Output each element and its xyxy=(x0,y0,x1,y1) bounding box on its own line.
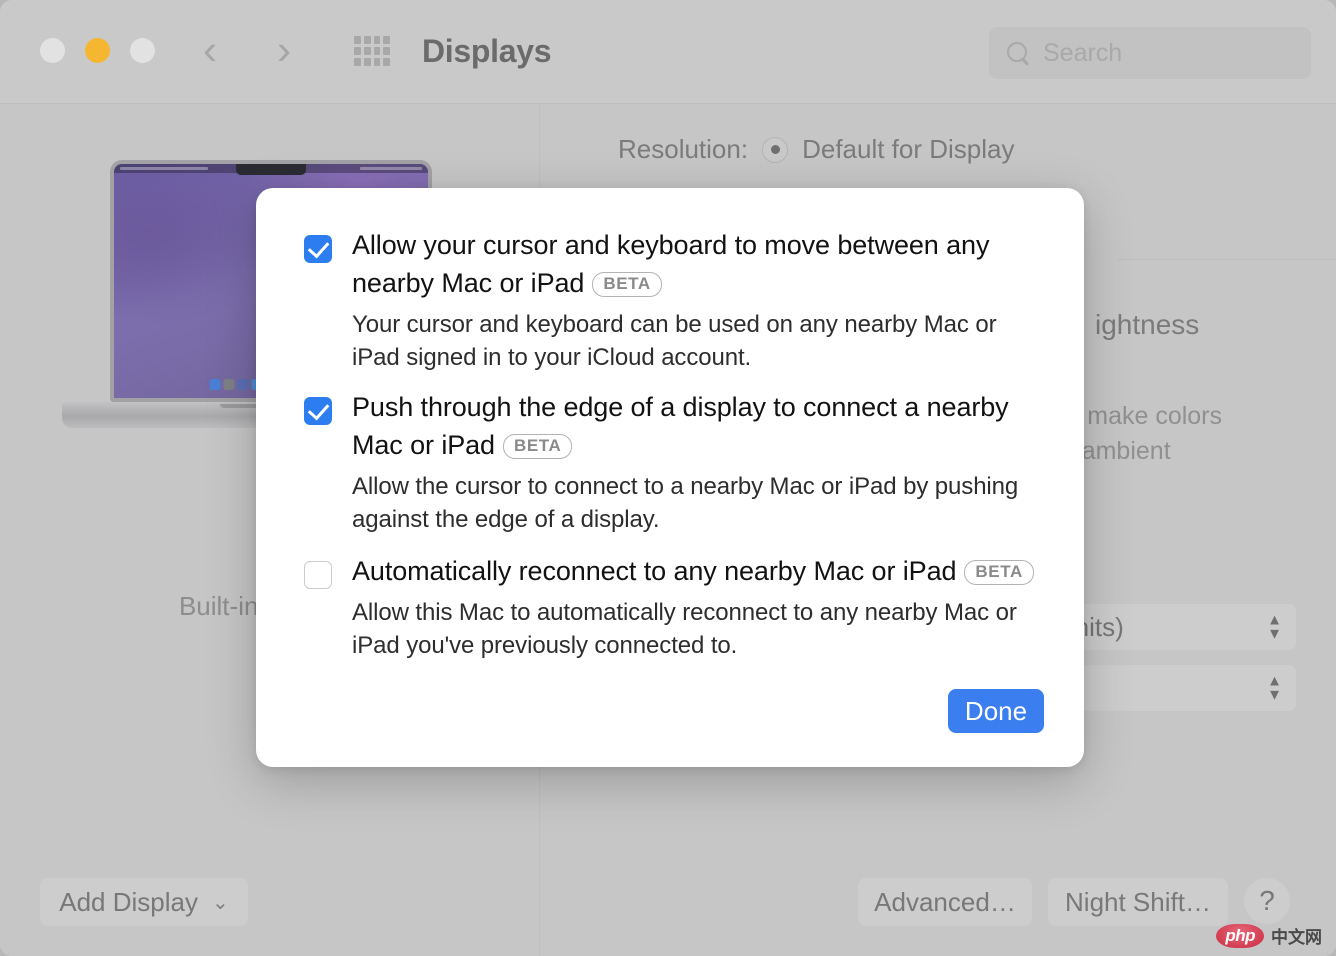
help-button[interactable]: ? xyxy=(1244,878,1290,924)
option-header: Allow your cursor and keyboard to move b… xyxy=(304,226,1036,302)
minimize-button[interactable] xyxy=(85,38,110,63)
option-row-push-through-edge: Push through the edge of a display to co… xyxy=(304,388,1036,536)
search-input[interactable]: Search xyxy=(989,27,1311,79)
chevron-updown-icon: ▲▼ xyxy=(1267,615,1282,640)
option-title: Push through the edge of a display to co… xyxy=(352,388,1036,464)
done-button[interactable]: Done xyxy=(948,689,1044,733)
checkbox-auto-reconnect[interactable] xyxy=(304,561,332,589)
display-notch xyxy=(236,164,306,175)
option-description: Allow the cursor to connect to a nearby … xyxy=(352,470,1036,536)
system-preferences-window: ‹ › Displays Search xyxy=(0,0,1336,956)
brightness-label: ightness xyxy=(1095,309,1199,341)
option-description: Your cursor and keyboard can be used on … xyxy=(352,308,1036,374)
close-button[interactable] xyxy=(40,38,65,63)
settings-divider xyxy=(1118,259,1336,260)
resolution-row: Resolution: Default for Display xyxy=(618,134,1015,165)
option-title-text: Automatically reconnect to any nearby Ma… xyxy=(352,556,956,586)
add-display-button[interactable]: Add Display ⌄ xyxy=(40,878,248,926)
beta-badge: BETA xyxy=(964,560,1033,585)
zoom-button[interactable] xyxy=(130,38,155,63)
beta-badge: BETA xyxy=(503,434,572,459)
add-display-label: Add Display xyxy=(59,887,198,918)
php-logo-icon: php xyxy=(1216,924,1264,948)
bottom-toolbar: Add Display ⌄ Advanced… Night Shift… ? p… xyxy=(0,856,1336,956)
resolution-label: Resolution: xyxy=(618,134,748,165)
forward-chevron-icon[interactable]: › xyxy=(277,28,291,72)
beta-badge: BETA xyxy=(592,272,661,297)
chevron-updown-icon: ▲▼ xyxy=(1267,676,1282,701)
option-title: Automatically reconnect to any nearby Ma… xyxy=(352,552,1034,590)
traffic-light-buttons xyxy=(40,38,155,63)
advanced-button[interactable]: Advanced… xyxy=(858,878,1032,926)
window-titlebar: ‹ › Displays Search xyxy=(0,0,1336,104)
option-title-text: Allow your cursor and keyboard to move b… xyxy=(352,230,989,298)
option-row-cursor-keyboard: Allow your cursor and keyboard to move b… xyxy=(304,226,1036,374)
back-chevron-icon[interactable]: ‹ xyxy=(203,28,217,72)
option-title-text: Push through the edge of a display to co… xyxy=(352,392,1009,460)
page-title: Displays xyxy=(422,33,551,70)
option-description: Allow this Mac to automatically reconnec… xyxy=(352,596,1036,662)
resolution-radio-default[interactable] xyxy=(762,137,788,163)
show-all-grid-icon[interactable] xyxy=(354,36,390,66)
night-shift-button[interactable]: Night Shift… xyxy=(1048,878,1228,926)
watermark-site-text: 中文网 xyxy=(1271,923,1322,948)
option-row-auto-reconnect: Automatically reconnect to any nearby Ma… xyxy=(304,552,1036,662)
option-title: Allow your cursor and keyboard to move b… xyxy=(352,226,1036,302)
resolution-value: Default for Display xyxy=(802,134,1014,165)
checkbox-allow-cursor-keyboard[interactable] xyxy=(304,235,332,263)
chevron-down-icon: ⌄ xyxy=(212,890,229,915)
search-icon xyxy=(1005,40,1031,66)
option-header: Push through the edge of a display to co… xyxy=(304,388,1036,464)
universal-control-sheet: Allow your cursor and keyboard to move b… xyxy=(256,188,1084,767)
search-placeholder: Search xyxy=(1043,39,1122,68)
option-header: Automatically reconnect to any nearby Ma… xyxy=(304,552,1036,590)
watermark: php 中文网 xyxy=(1216,923,1322,948)
checkbox-push-through-edge[interactable] xyxy=(304,397,332,425)
